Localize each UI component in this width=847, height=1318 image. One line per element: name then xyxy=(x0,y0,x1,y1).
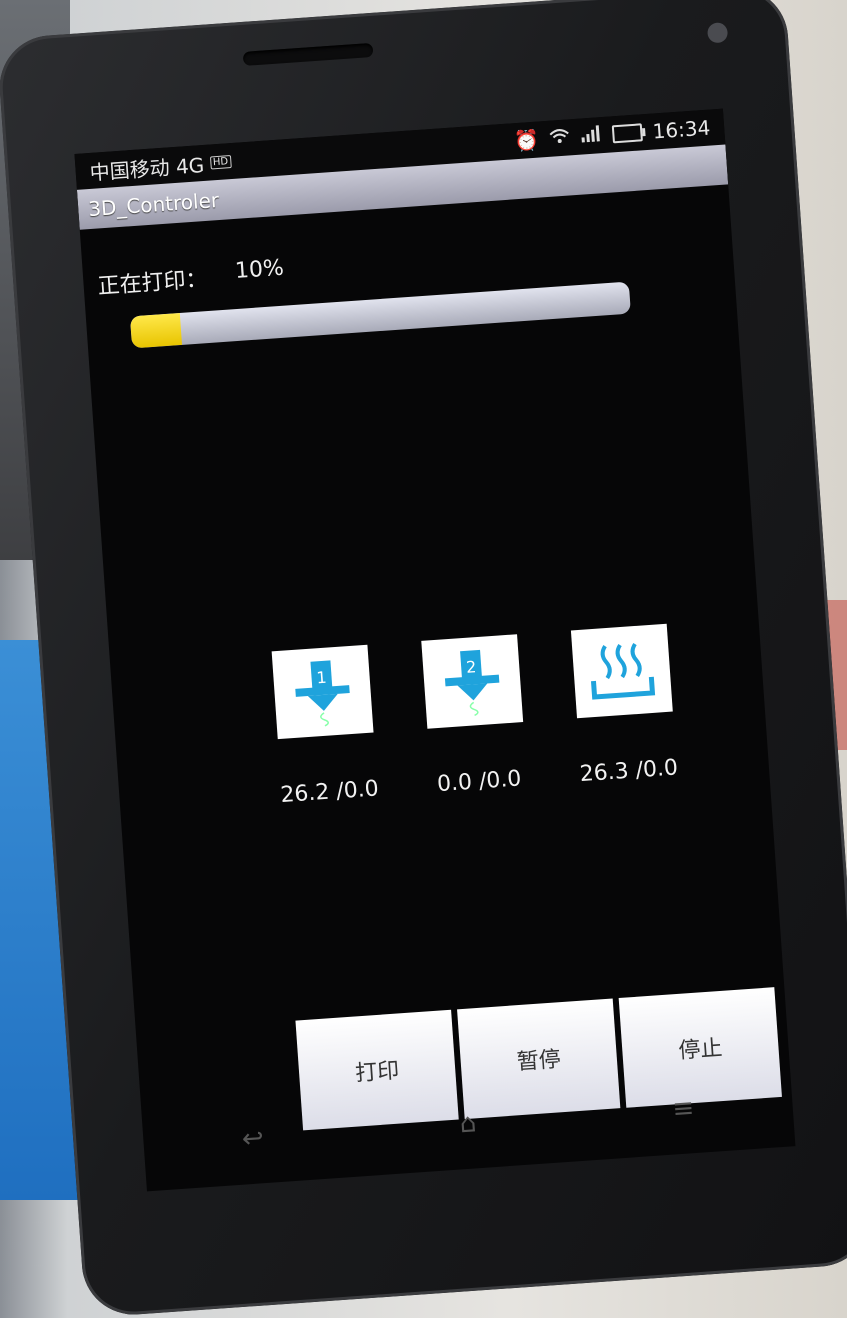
extruder-2-icon: 2 xyxy=(444,649,500,717)
heated-bed-tile[interactable] xyxy=(570,623,673,719)
signal-icon xyxy=(580,123,604,148)
printing-percent: 10% xyxy=(234,255,285,284)
back-icon[interactable]: ↩ xyxy=(241,1123,265,1154)
hd-badge: HD xyxy=(209,154,232,169)
alarm-icon: ⏰ xyxy=(513,127,540,154)
heated-bed-temperature: 26.3 /0.0 xyxy=(578,755,679,788)
wifi-icon xyxy=(548,125,572,150)
menu-icon[interactable]: ≡ xyxy=(671,1093,695,1124)
extruder-1-temperature: 26.2 /0.0 xyxy=(279,776,380,809)
earpiece-speaker xyxy=(242,42,374,66)
extruder-1-sensor: 1 26.2 /0.0 xyxy=(260,644,391,809)
printing-label: 正在打印： xyxy=(96,266,209,300)
extruder-2-temperature: 0.0 /0.0 xyxy=(436,766,523,798)
extruder-2-sensor: 2 0.0 /0.0 xyxy=(409,633,540,798)
home-icon[interactable]: ⌂ xyxy=(459,1108,478,1139)
heated-bed-icon xyxy=(590,642,656,700)
svg-text:2: 2 xyxy=(465,657,476,677)
status-time: 16:34 xyxy=(651,115,711,144)
phone-device: 中国移动 4G HD ⏰ 16:34 3D_Controler 正在打印： 10… xyxy=(0,0,847,1318)
extruder-1-tile[interactable]: 1 xyxy=(271,644,374,740)
carrier-label: 中国移动 4G xyxy=(88,152,205,185)
print-progress-fill xyxy=(129,312,183,349)
extruder-2-tile[interactable]: 2 xyxy=(421,634,524,729)
battery-icon xyxy=(612,123,644,144)
print-status-row: 正在打印： 10% xyxy=(97,224,734,300)
heated-bed-sensor: 26.3 /0.0 xyxy=(559,623,690,788)
phone-screen: 中国移动 4G HD ⏰ 16:34 3D_Controler 正在打印： 10… xyxy=(74,108,796,1192)
temperature-panel: 1 26.2 /0.0 2 0.0 /0.0 26.3 /0.0 xyxy=(260,623,690,809)
svg-text:1: 1 xyxy=(316,668,327,688)
front-camera xyxy=(706,22,729,44)
extruder-1-icon: 1 xyxy=(295,660,350,727)
app-title: 3D_Controler xyxy=(87,188,220,222)
